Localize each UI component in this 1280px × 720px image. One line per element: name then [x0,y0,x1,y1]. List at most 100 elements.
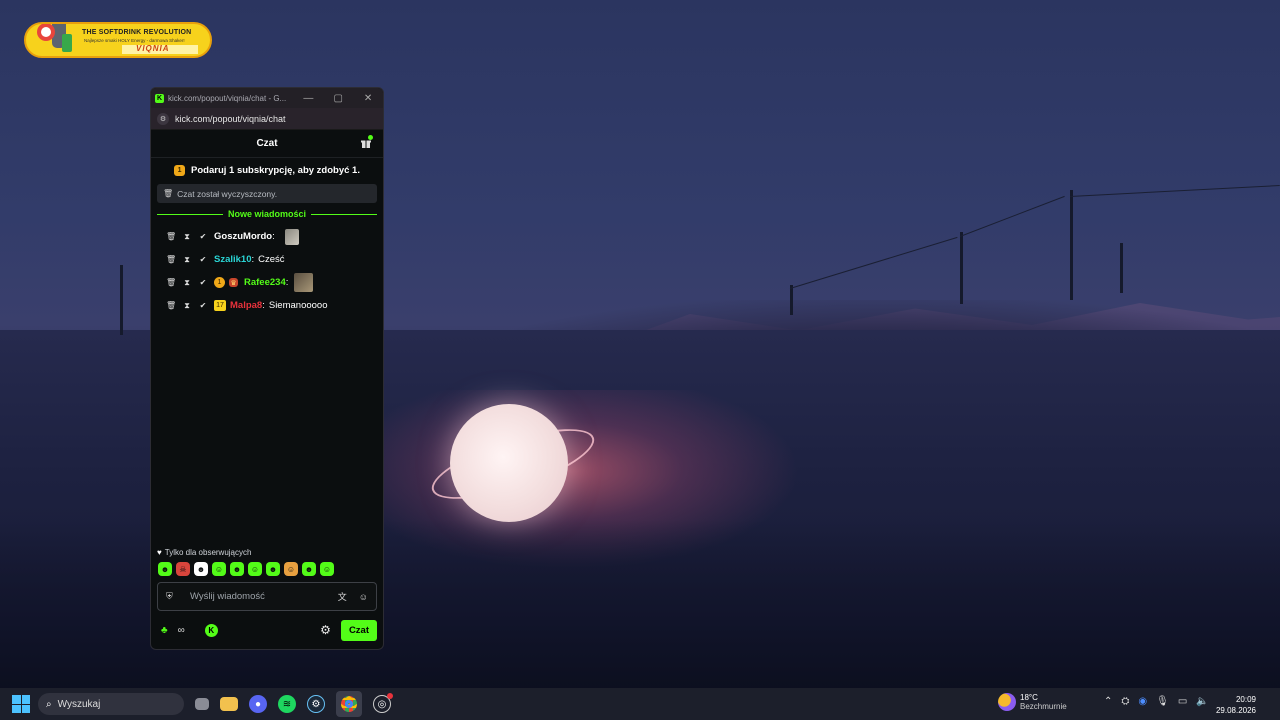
timeout-hourglass-icon[interactable]: ⧗ [182,232,192,242]
sub-coin-icon: 1 [174,164,186,176]
emote-image [294,273,314,292]
system-tray: ⌃ ⛭ ◉ 🎙 ▭ 🔈 [1104,696,1209,707]
shield-icon[interactable]: ⛨ [166,591,180,602]
chat-message[interactable]: 🗑 ⧗ ✔ 1 ♛ Rafee234 : [151,271,383,294]
taskbar: ⌕ Wyszukaj ● ≋ ⚙ ◎ [0,688,1280,720]
chat-action-bar: ♣ ∞ K ⚙ Czat [151,611,383,649]
minimize-button[interactable]: — [293,93,323,104]
crown-badge-icon: ♛ [229,278,238,287]
new-messages-label: Nowe wiadomości [227,209,307,219]
emote-button[interactable]: ☠ [176,562,190,576]
chevron-up-icon[interactable]: ⌃ [1104,696,1112,707]
chat-message[interactable]: 🗑 ⧗ ✔ 17 Malpa8 : Siemanooooo [151,294,383,317]
volume-icon[interactable]: 🔈 [1196,696,1208,707]
settings-gear-icon[interactable]: ⚙ [320,623,331,637]
microphone-icon[interactable]: 🎙 [1156,696,1169,707]
emote-button[interactable]: ☻ [302,562,316,576]
delete-message-icon[interactable]: 🗑 [166,301,176,310]
heart-icon: ♥ [157,548,162,557]
verified-check-icon: ✔ [199,232,207,241]
wallpaper-pole [1120,243,1123,293]
emote-button[interactable]: ☻ [266,562,280,576]
steam-icon[interactable]: ⚙ [307,695,325,713]
wallpaper-moon [450,404,568,522]
chat-cleared-text: Czat został wyczyszczony. [177,188,278,199]
emoji-picker-icon[interactable]: ☺ [359,592,368,602]
timeout-hourglass-icon[interactable]: ⧗ [182,255,192,265]
delete-message-icon[interactable]: 🗑 [166,278,176,287]
emote-image [284,228,299,245]
emote-button[interactable]: ☻ [230,562,244,576]
wallpaper-pole [790,285,793,315]
window-titlebar[interactable]: K kick.com/popout/viqnia/chat - G... — ▢… [151,88,383,108]
kick-favicon-icon: K [155,93,164,103]
delete-message-icon[interactable]: 🗑 [166,232,176,241]
chat-message[interactable]: 🗑 ⧗ ✔ Szalik10 : Cześć [151,248,383,271]
address-bar[interactable]: ⚙ kick.com/popout/viqnia/chat [151,108,383,130]
emote-button[interactable]: ☻ [158,562,172,576]
window-title: kick.com/popout/viqnia/chat - G... [167,93,287,103]
wallpaper-wire [959,195,1065,237]
logo-subline: Najlepsze smaki HOLY Energy - darmowa Sh… [84,38,185,43]
clock-time: 20:09 [1235,695,1256,704]
infinity-icon[interactable]: ∞ [178,625,185,636]
message-username[interactable]: Rafee234 [244,277,286,288]
display-icon[interactable]: ▭ [1178,696,1187,707]
spotify-icon[interactable]: ≋ [278,695,296,713]
discord-icon[interactable]: ● [249,695,267,713]
maximize-button[interactable]: ▢ [323,93,353,104]
chat-header: Czat [151,130,383,158]
message-text: Cześć [258,254,285,265]
subscriber-badge: 1 [214,277,225,288]
points-icon[interactable]: ♣ [161,625,168,636]
logo-channel-name: VIQNIA [136,44,170,53]
timeout-hourglass-icon[interactable]: ⧗ [182,301,192,311]
kick-logo-button[interactable]: K [204,623,218,637]
promo-text: Podaruj 1 subskrypcję, aby zdobyć 1. [191,164,360,176]
message-username[interactable]: GoszuMordo [214,231,272,242]
message-list: 🗑 ⧗ ✔ GoszuMordo : 🗑 ⧗ ✔ Szalik10 : Cześ… [151,225,383,317]
network-adapter-icon[interactable]: ⛭ [1121,696,1129,707]
wallpaper-wire [1069,185,1280,197]
chat-title: Czat [256,138,278,149]
windows-start-icon[interactable] [12,695,30,713]
quick-emote-bar: ☻ ☠ ☻ ☺ ☻ ☺ ☻ ☺ ☻ ☺ [151,562,383,576]
trash-icon: 🗑 [163,189,174,198]
subscriber-badge: 17 [214,300,226,311]
delete-message-icon[interactable]: 🗑 [166,255,176,264]
file-explorer-icon[interactable] [220,697,238,711]
close-button[interactable]: ✕ [353,93,383,104]
emote-button[interactable]: ☺ [284,562,298,576]
send-chat-button[interactable]: Czat [340,619,377,641]
emote-button[interactable]: ☻ [194,562,208,576]
verified-check-icon: ✔ [199,301,207,310]
translate-icon[interactable]: 文 [338,590,347,603]
task-view-icon[interactable] [195,698,209,710]
emote-button[interactable]: ☺ [320,562,334,576]
obs-icon[interactable]: ◎ [373,693,393,713]
emote-button[interactable]: ☺ [212,562,226,576]
url-text[interactable]: kick.com/popout/viqnia/chat [175,114,286,124]
message-input-box[interactable]: ⛨ 文 ☺ [157,582,377,611]
chrome-icon[interactable] [336,691,362,717]
logo-headline: THE SOFTDRINK REVOLUTION [82,29,192,36]
app-tray-icon[interactable]: ◉ [1138,696,1147,707]
verified-check-icon: ✔ [199,255,207,264]
message-username[interactable]: Malpa8 [230,300,262,311]
message-input[interactable] [190,591,326,602]
timeout-hourglass-icon[interactable]: ⧗ [182,278,192,288]
chat-message[interactable]: 🗑 ⧗ ✔ GoszuMordo : [151,225,383,248]
message-username[interactable]: Szalik10 [214,254,252,265]
chat-popout-window: K kick.com/popout/viqnia/chat - G... — ▢… [150,87,384,650]
site-settings-icon[interactable]: ⚙ [157,112,169,125]
mascot-icon [37,24,72,52]
weather-widget[interactable]: 18°C Bezchmurnie [998,693,1067,711]
search-icon: ⌕ [46,698,52,710]
gift-sub-promo[interactable]: 1 Podaruj 1 subskrypcję, aby zdobyć 1. [151,158,383,182]
desktop-logo-badge[interactable]: THE SOFTDRINK REVOLUTION Najlepsze smaki… [24,22,212,58]
emote-button[interactable]: ☺ [248,562,262,576]
taskbar-search-box[interactable]: ⌕ Wyszukaj [38,693,184,715]
taskbar-clock[interactable]: 20:09 29.08.2026 [1216,694,1256,716]
chat-footer: ♥ Tylko dla obserwujących ☻ ☠ ☻ ☺ ☻ ☺ ☻ … [151,548,383,649]
wallpaper-pole [960,232,963,304]
